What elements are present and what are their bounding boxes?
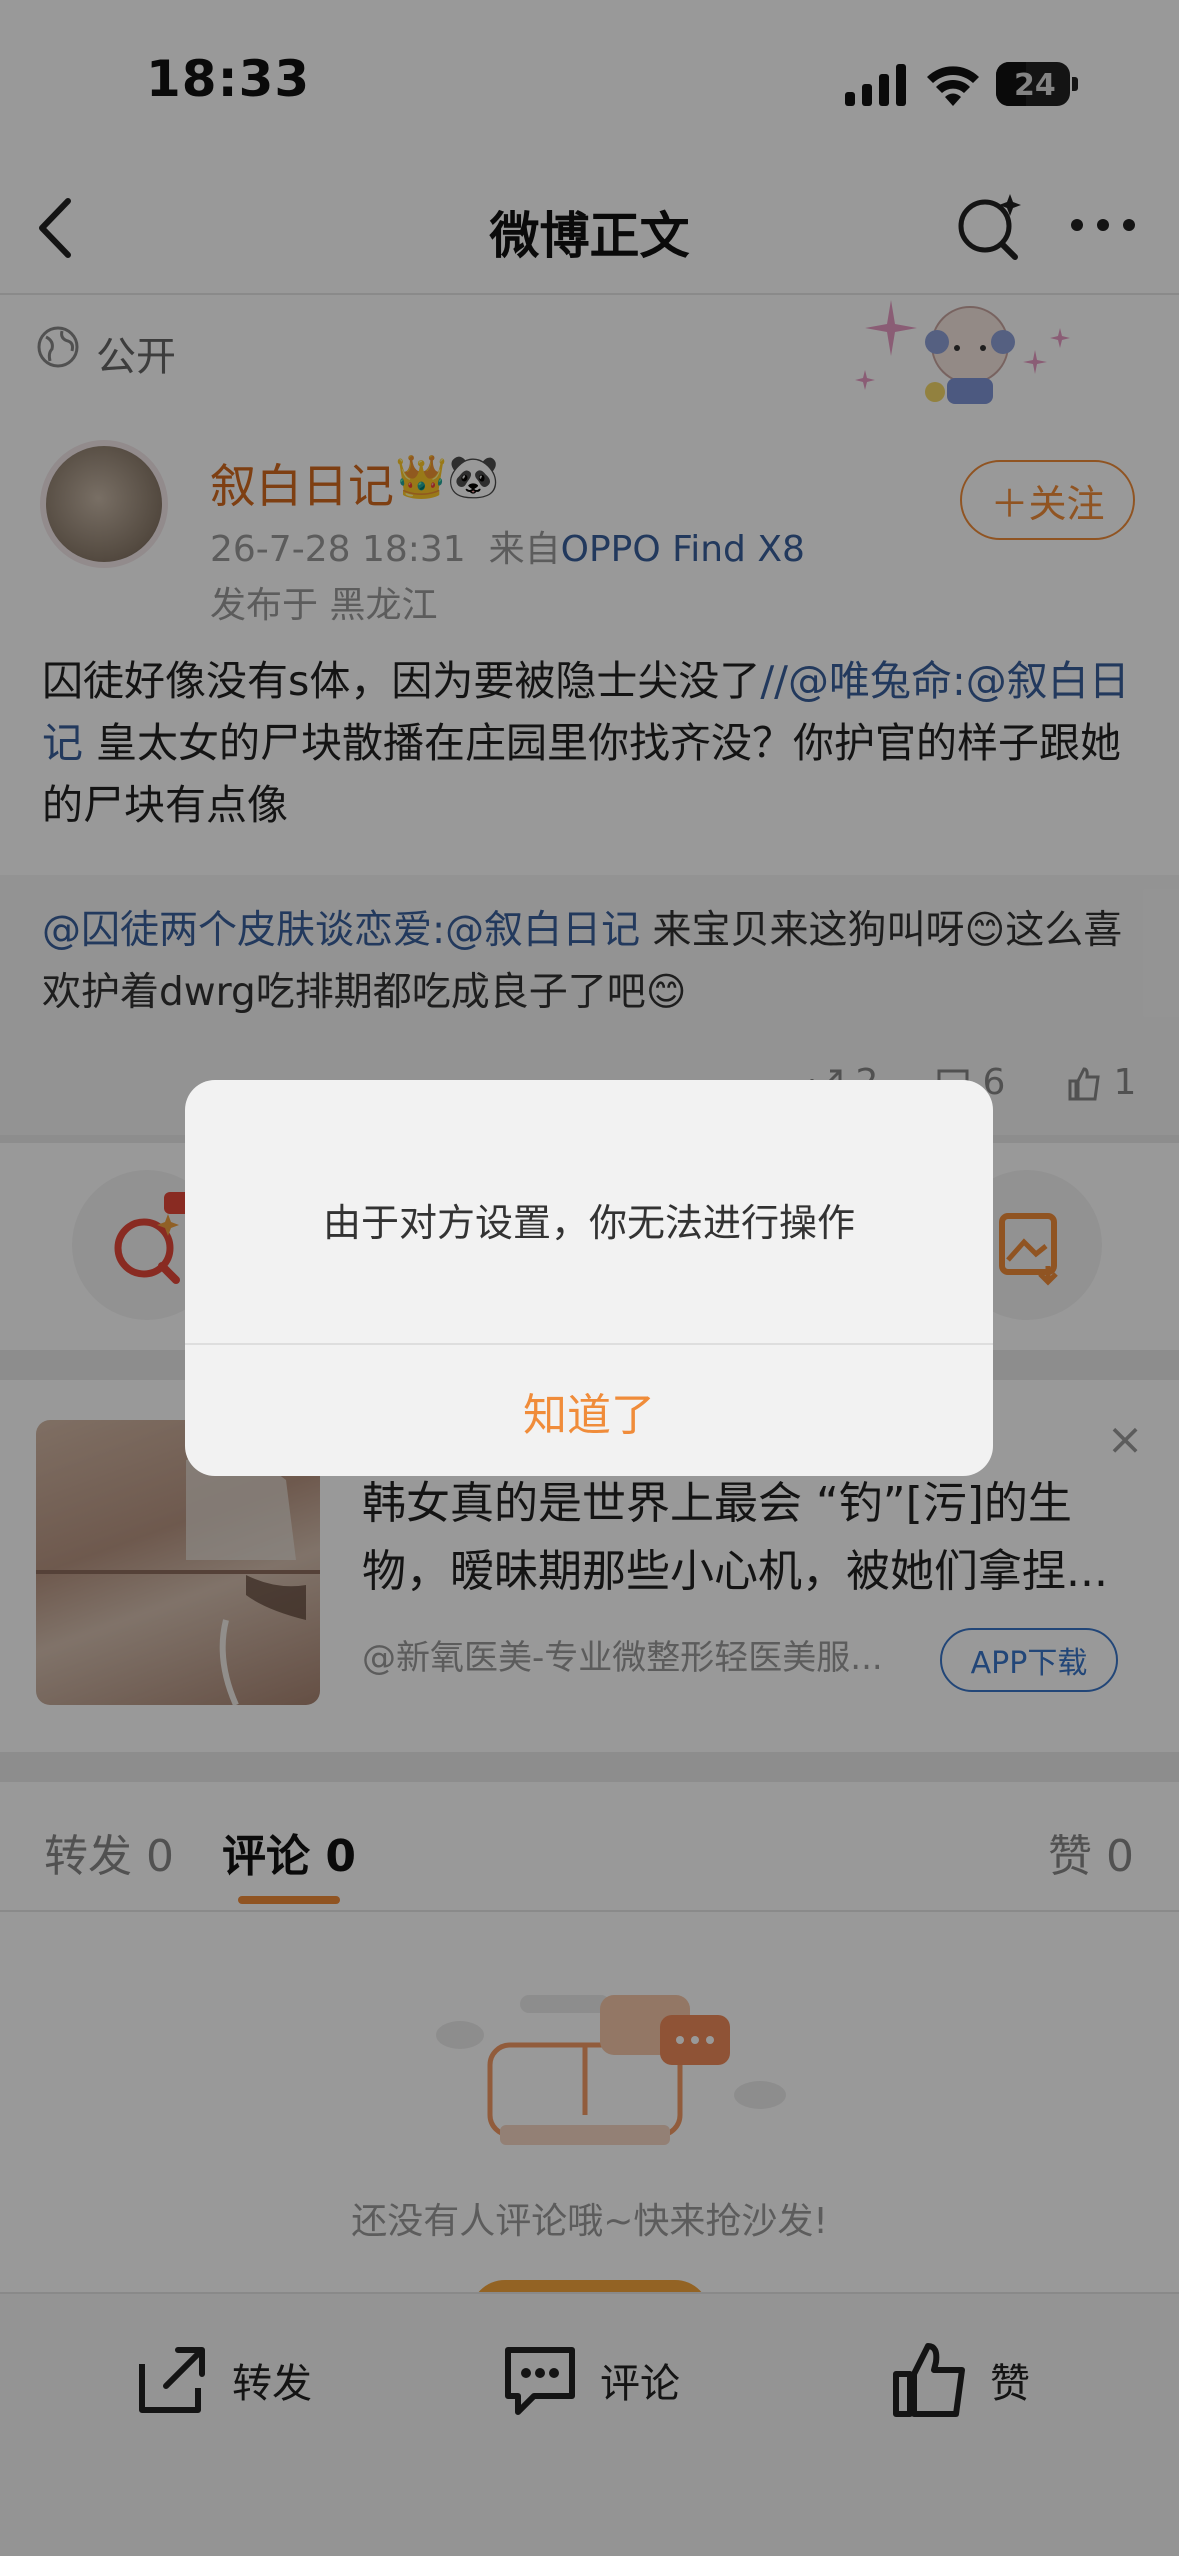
alert-dialog: 由于对方设置，你无法进行操作 知道了 — [185, 1080, 993, 1476]
dialog-message: 由于对方设置，你无法进行操作 — [322, 1201, 855, 1245]
dialog-confirm-button[interactable]: 知道了 — [185, 1345, 993, 1476]
